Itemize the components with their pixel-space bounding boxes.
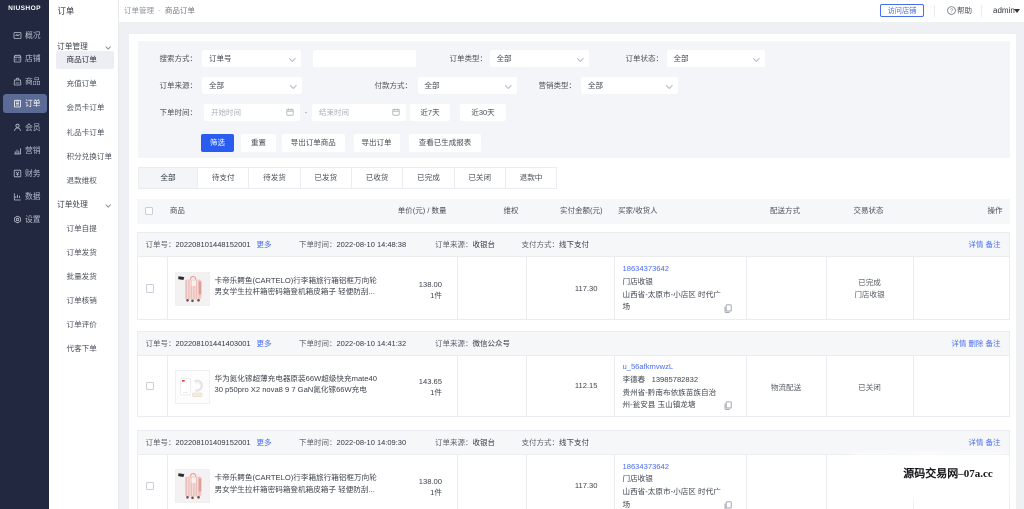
svg-text:?: ?	[949, 9, 952, 15]
